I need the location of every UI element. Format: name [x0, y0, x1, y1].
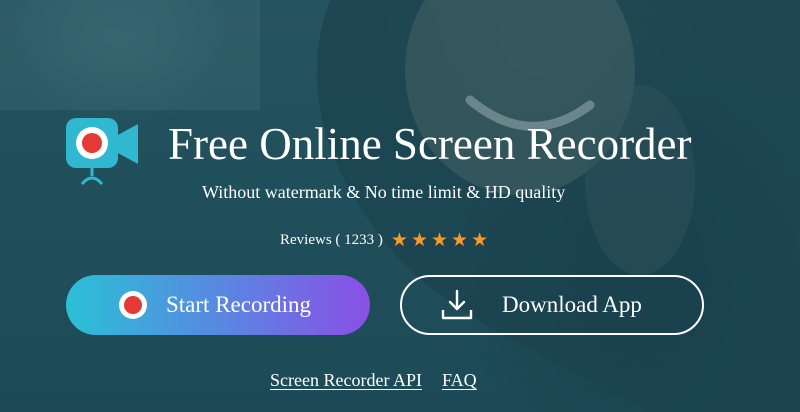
hero-section: Free Online Screen Recorder Without wate…	[0, 0, 800, 412]
rating-stars: ★ ★ ★ ★ ★	[391, 229, 491, 251]
star-icon: ★	[431, 229, 449, 251]
start-recording-button[interactable]: Start Recording	[66, 275, 370, 335]
screen-recorder-api-link[interactable]: Screen Recorder API	[270, 370, 422, 391]
page-subtitle: Without watermark & No time limit & HD q…	[202, 182, 566, 202]
star-icon: ★	[471, 229, 489, 251]
faq-link[interactable]: FAQ	[442, 370, 477, 391]
download-icon	[441, 289, 473, 320]
star-icon: ★	[451, 229, 469, 251]
download-app-label: Download App	[502, 292, 642, 317]
reviews-label: Reviews ( 1233 )	[280, 231, 383, 248]
page-title: Free Online Screen Recorder	[168, 119, 692, 169]
hero-background-photo	[0, 0, 800, 412]
reviews-summary: Reviews ( 1233 ) ★ ★ ★ ★ ★	[280, 229, 491, 251]
star-icon: ★	[390, 229, 408, 251]
footer-links: Screen Recorder API FAQ	[270, 370, 477, 391]
start-recording-label: Start Recording	[166, 292, 311, 317]
star-icon: ★	[410, 229, 428, 251]
download-app-button[interactable]: Download App	[400, 275, 704, 335]
record-icon	[119, 291, 147, 319]
webcam-record-icon	[66, 118, 138, 186]
